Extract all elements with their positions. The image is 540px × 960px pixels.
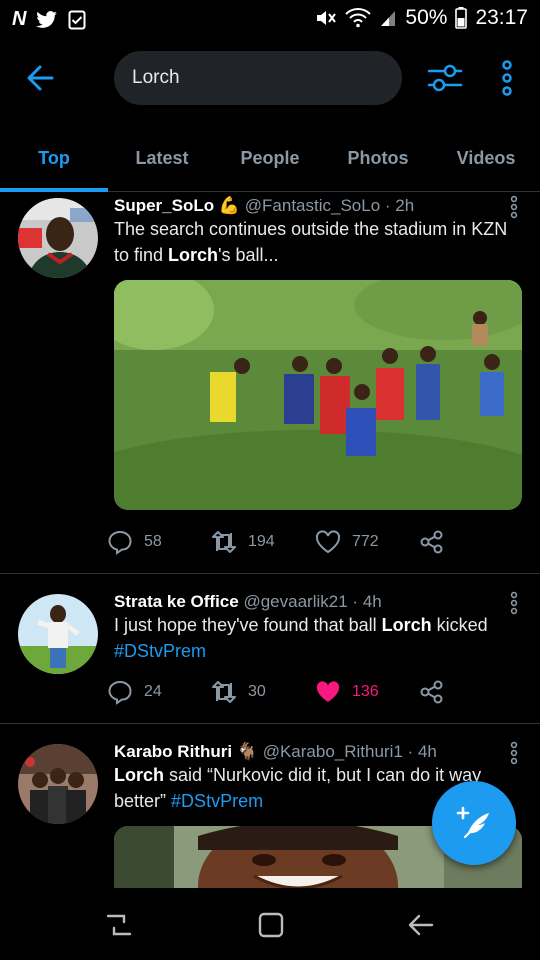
- retweet-count: 194: [248, 533, 275, 550]
- tweet-menu-icon[interactable]: [506, 740, 522, 766]
- separator-dot: ·: [352, 592, 359, 611]
- retweet-button[interactable]: 194: [210, 528, 314, 556]
- back-button[interactable]: [22, 60, 62, 96]
- recent-apps-icon[interactable]: [104, 910, 134, 940]
- system-navigation-bar: [0, 888, 540, 960]
- reply-count: 24: [144, 683, 162, 700]
- timestamp: 4h: [417, 742, 437, 761]
- home-icon[interactable]: [256, 910, 286, 940]
- handle[interactable]: @Karabo_Rithuri1: [263, 742, 403, 761]
- avatar[interactable]: [18, 198, 98, 278]
- retweet-icon: [212, 681, 236, 703]
- search-input[interactable]: Lorch: [114, 51, 402, 105]
- reply-button[interactable]: 24: [106, 678, 210, 706]
- tab-photos[interactable]: Photos: [324, 128, 432, 191]
- tweet-menu-icon[interactable]: [506, 194, 522, 220]
- battery-icon: [455, 7, 468, 29]
- share-icon: [420, 530, 443, 554]
- reply-icon: [108, 680, 132, 705]
- mute-icon: [317, 11, 337, 25]
- hashtag-link[interactable]: #DStvPrem: [171, 791, 263, 811]
- goat-emoji: 🐐: [236, 742, 258, 761]
- search-highlight: Lorch: [168, 245, 219, 265]
- back-nav-icon[interactable]: [406, 910, 436, 940]
- status-bar-right: 50% 23:17: [315, 6, 528, 30]
- tab-latest[interactable]: Latest: [108, 128, 216, 191]
- heart-icon: [315, 530, 341, 554]
- avatar[interactable]: [18, 594, 98, 674]
- tweet-menu-icon[interactable]: [506, 590, 522, 616]
- tweet[interactable]: Super_SoLo 💪 @Fantastic_SoLo · 2h The se…: [0, 192, 540, 574]
- signal-icon: [381, 11, 396, 26]
- tab-top[interactable]: Top: [0, 128, 108, 192]
- handle[interactable]: @gevaarlik21: [243, 592, 347, 611]
- retweet-count: 30: [248, 683, 266, 700]
- reply-icon: [108, 530, 132, 555]
- retweet-icon: [212, 531, 236, 553]
- search-filter-button[interactable]: [426, 60, 464, 96]
- reply-button[interactable]: 58: [106, 528, 210, 556]
- netflix-icon: N: [12, 8, 27, 30]
- display-name[interactable]: Karabo Rithuri: [114, 742, 232, 761]
- tweet-header: Super_SoLo 💪 @Fantastic_SoLo · 2h: [114, 195, 522, 219]
- tweet-actions: 58 194 772: [106, 514, 522, 570]
- tab-people[interactable]: People: [216, 128, 324, 191]
- timestamp: 4h: [362, 592, 382, 611]
- battery-percentage: 50%: [405, 6, 448, 29]
- like-button[interactable]: 136: [314, 678, 418, 706]
- like-button[interactable]: 772: [314, 528, 418, 556]
- display-name[interactable]: Strata ke Office: [114, 592, 239, 611]
- more-options-button[interactable]: [496, 56, 518, 100]
- clock: 23:17: [475, 6, 528, 29]
- share-button[interactable]: [418, 528, 522, 556]
- avatar[interactable]: [18, 744, 98, 824]
- tweet[interactable]: Strata ke Office @gevaarlik21 · 4h I jus…: [0, 574, 540, 724]
- search-highlight: Lorch: [381, 615, 432, 635]
- tweet-text: I just hope they've found that ball Lorc…: [114, 615, 488, 661]
- checkbox-icon: [68, 10, 86, 29]
- search-highlight: Lorch: [114, 765, 165, 785]
- like-count: 772: [352, 533, 379, 550]
- reply-count: 58: [144, 533, 162, 550]
- like-count: 136: [352, 683, 379, 700]
- tweet-actions: 24 30 136: [106, 664, 522, 720]
- retweet-button[interactable]: 30: [210, 678, 314, 706]
- search-header: Lorch: [0, 38, 540, 118]
- tweet-header: Karabo Rithuri 🐐 @Karabo_Rithuri1 · 4h: [114, 741, 522, 765]
- status-bar: N 50% 23:17: [0, 0, 540, 38]
- tab-videos[interactable]: Videos: [432, 128, 540, 191]
- share-icon: [420, 680, 443, 704]
- timestamp: 2h: [395, 196, 415, 215]
- search-tabs: Top Latest People Photos Videos: [0, 128, 540, 192]
- hashtag-link[interactable]: #DStvPrem: [114, 641, 206, 661]
- twitter-icon: [36, 10, 58, 28]
- sliders-icon: [427, 64, 463, 92]
- tweet-text: The search continues outside the stadium…: [114, 219, 508, 265]
- arrow-left-icon: [27, 65, 54, 91]
- status-bar-left: N: [12, 8, 86, 31]
- separator-dot: ·: [384, 196, 391, 215]
- wifi-icon: [345, 8, 372, 28]
- display-name[interactable]: Super_SoLo: [114, 196, 214, 215]
- tweet-header: Strata ke Office @gevaarlik21 · 4h: [114, 591, 522, 615]
- feather-plus-icon: [456, 806, 489, 839]
- separator-dot: ·: [407, 742, 414, 761]
- flexed-biceps-emoji: 💪: [218, 196, 241, 215]
- heart-filled-icon: [316, 681, 340, 702]
- tweet-photo[interactable]: [114, 280, 522, 510]
- vertical-dots-icon: [502, 60, 512, 96]
- handle[interactable]: @Fantastic_SoLo: [245, 196, 380, 215]
- compose-tweet-button[interactable]: [432, 781, 516, 865]
- share-button[interactable]: [418, 678, 522, 706]
